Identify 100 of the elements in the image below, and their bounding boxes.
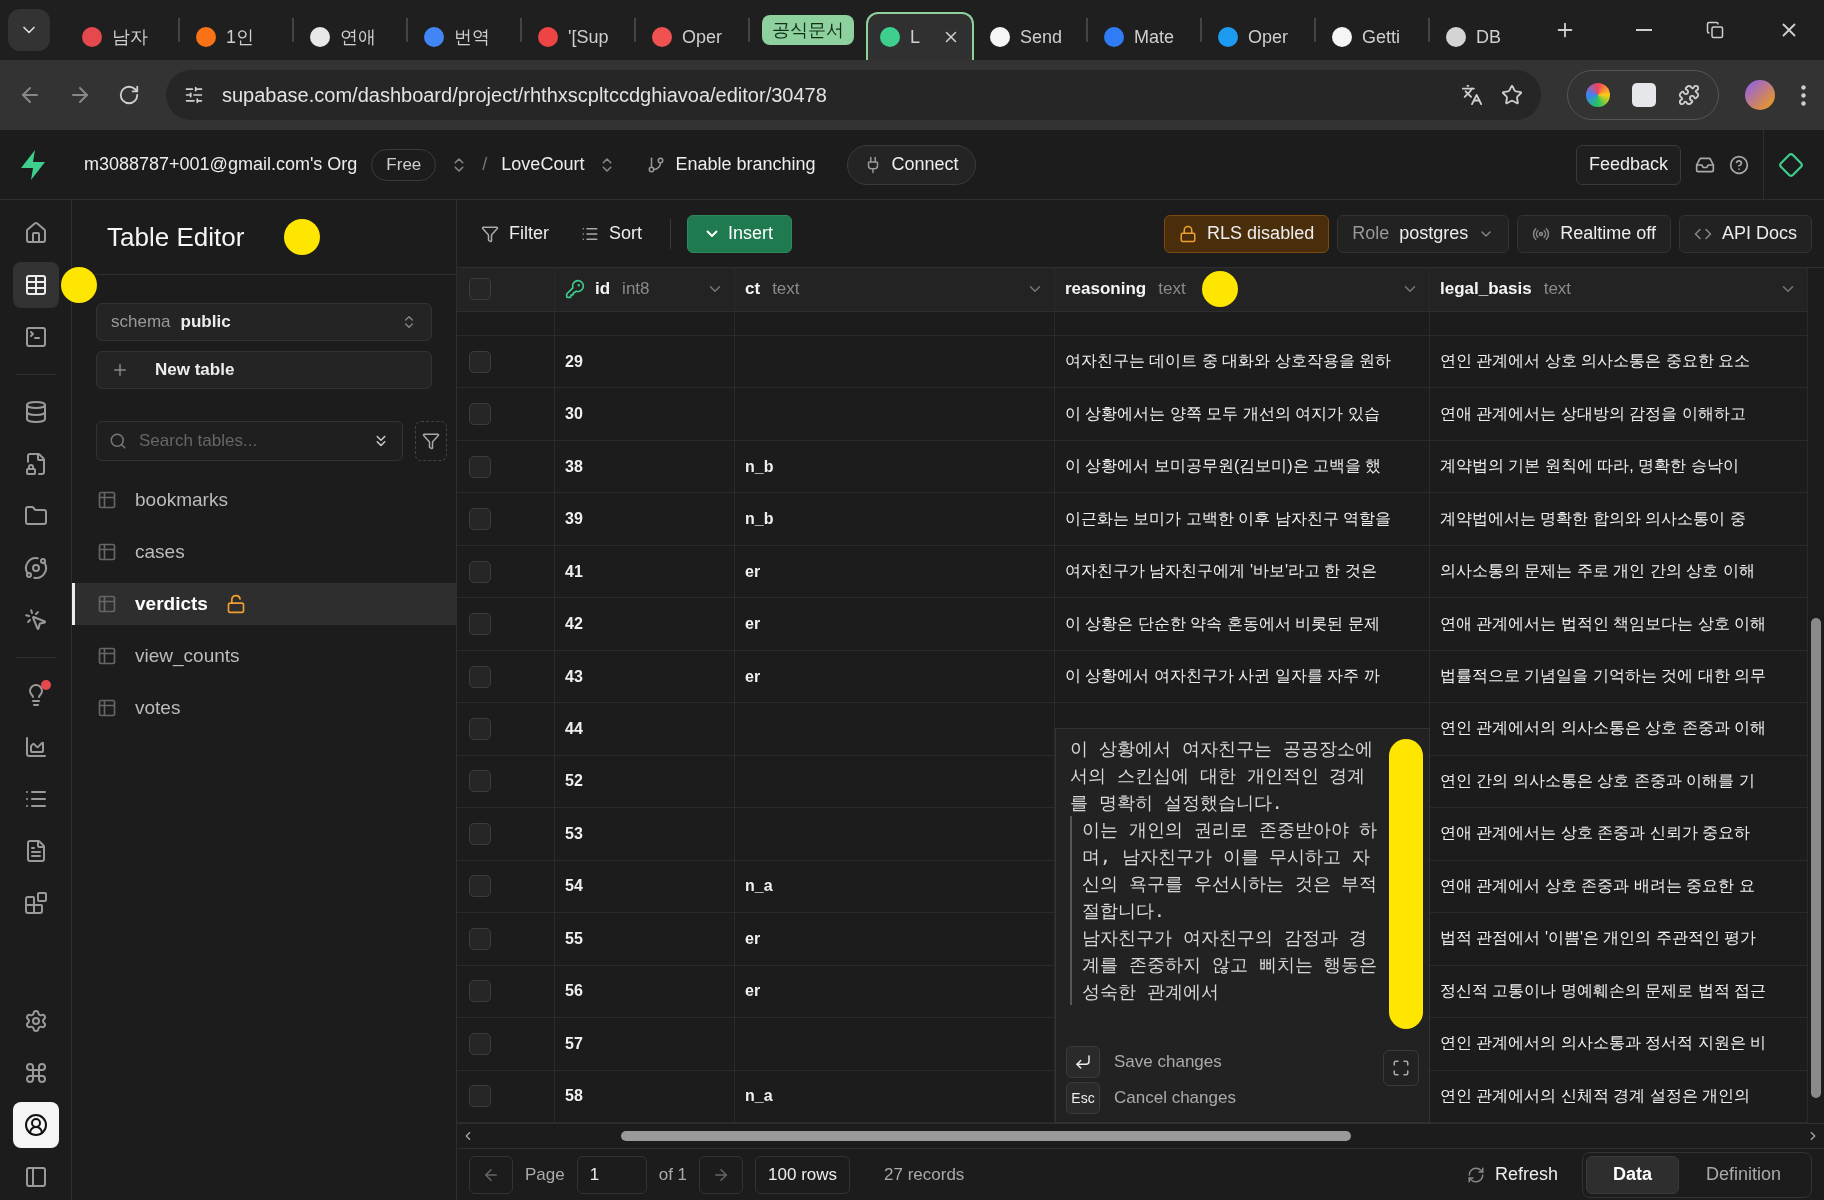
star-icon[interactable]	[1501, 84, 1523, 106]
browser-tab[interactable]: 남자	[68, 12, 176, 60]
browser-tab[interactable]: Getti	[1318, 12, 1426, 60]
column-header[interactable]: reasoning text	[1055, 268, 1430, 311]
browser-tab[interactable]: Oper	[638, 12, 746, 60]
row-checkbox[interactable]	[469, 875, 491, 898]
cancel-changes-button[interactable]: Cancel changes	[1114, 1084, 1236, 1112]
schema-selector[interactable]: schema public	[96, 303, 432, 341]
address-bar[interactable]: supabase.com/dashboard/project/rhthxscpltccdghiavoa/editor/30478	[166, 70, 1541, 120]
site-settings-icon[interactable]	[184, 85, 204, 105]
feedback-button[interactable]: Feedback	[1575, 144, 1681, 185]
realtime-button[interactable]: Realtime off	[1517, 214, 1671, 253]
select-all-checkbox[interactable]	[469, 278, 491, 301]
enter-icon	[1074, 1053, 1092, 1071]
filter-button[interactable]: Filter	[469, 214, 561, 253]
table-cell-text: 연인 관계에서의 신체적 경계 설정은 개인의	[1440, 1085, 1751, 1106]
table-cell: 41	[565, 562, 583, 581]
search-field[interactable]: Search tables...	[96, 421, 403, 461]
row-checkbox[interactable]	[469, 718, 491, 740]
api-docs-button[interactable]: API Docs	[1678, 214, 1812, 253]
tab-group-label[interactable]: 공식문서	[762, 15, 854, 45]
table-cell: n_b	[745, 457, 774, 476]
restore-icon[interactable]	[1706, 21, 1724, 39]
settings-icon	[23, 1009, 48, 1033]
table-list-item[interactable]: cases	[72, 531, 456, 573]
reload-icon[interactable]	[118, 84, 140, 106]
row-checkbox[interactable]	[469, 822, 491, 845]
row-checkbox[interactable]	[469, 613, 491, 635]
browser-tab[interactable]: 1인	[182, 12, 290, 60]
table-cell: er	[745, 667, 761, 686]
extension-icon[interactable]	[1632, 83, 1656, 107]
table-cell-text: 연인 관계에서 상호 의사소통은 중요한 요소	[1440, 351, 1751, 372]
cell-editor-text[interactable]: 이 상황에서 여자친구는 공공장소에서의 스킨십에 대한 개인적인 경계를 명확히 설정했습니다. 이는 개인의 권리로 존중받아야 하며, 남자친구가 이를 무시하고 자신의 욕구를 우선시하는 것은 부적절합니다. 남자친구가 여자친구의 감정과 경계를 존중하지 않고 삐치는 행동은 성숙한 관계에서	[1056, 729, 1389, 1040]
orbit-icon	[23, 556, 48, 580]
table-cell: er	[745, 929, 761, 948]
page-input[interactable]: 1	[576, 1155, 647, 1194]
row-checkbox[interactable]	[469, 980, 491, 1003]
translate-icon[interactable]	[1461, 84, 1483, 106]
user-nav-button[interactable]	[12, 1102, 59, 1148]
table-cell: n_b	[745, 510, 774, 529]
search-input[interactable]: Search tables...	[137, 430, 362, 452]
row-checkbox[interactable]	[469, 1085, 491, 1108]
table-cell: 55	[565, 929, 583, 948]
cursor-icon	[23, 608, 48, 632]
table-cell-text: 계약법의 기본 원칙에 따라, 명확한 승낙이	[1440, 456, 1739, 477]
rows-per-page-button[interactable]: 100 rows	[755, 1155, 851, 1194]
browser-tab[interactable]: 연애	[296, 12, 404, 60]
filter-button[interactable]	[415, 421, 447, 461]
row-checkbox[interactable]	[469, 927, 491, 950]
browser-tab[interactable]: DB	[1432, 12, 1540, 60]
row-checkbox[interactable]	[469, 560, 491, 583]
row-checkbox[interactable]	[469, 403, 491, 426]
chart-icon	[23, 735, 48, 759]
view-tab[interactable]: Data	[1585, 1155, 1679, 1194]
row-checkbox[interactable]	[469, 455, 491, 478]
new-table-button[interactable]: New table	[96, 351, 432, 389]
profile-avatar[interactable]	[1745, 80, 1775, 110]
table-list-item[interactable]: votes	[72, 687, 456, 729]
view-tab[interactable]: Definition	[1678, 1155, 1808, 1194]
row-checkbox[interactable]	[469, 770, 491, 793]
cell-editor-popover[interactable]: 이 상황에서 여자친구는 공공장소에서의 스킨십에 대한 개인적인 경계를 명확히 설정했습니다. 이는 개인의 권리로 존중받아야 하며, 남자친구가 이를 무시하고 자신의 욕구를 우선시하는 것은 부적절합니다. 남자친구가 여자친구의 감정과 경계를 존중하지 않고 삐치는 행동은 성숙한 관계에서 Save changes Esc Cancel changes	[1055, 728, 1430, 1123]
table-cell: 58	[565, 1087, 583, 1106]
enable-branching-button[interactable]: Enable branching	[630, 144, 833, 185]
diamond-icon[interactable]	[1778, 151, 1804, 178]
refresh-icon	[1466, 1165, 1485, 1184]
row-checkbox[interactable]	[469, 665, 491, 688]
row-checkbox[interactable]	[469, 350, 491, 373]
table-list-item[interactable]: bookmarks	[72, 479, 456, 521]
project-name[interactable]: LoveCourt	[501, 154, 585, 175]
connect-button[interactable]: Connect	[846, 144, 976, 185]
browser-tab[interactable]: 번역	[410, 12, 518, 60]
help-icon[interactable]	[1729, 154, 1749, 175]
extension-icon[interactable]	[1586, 83, 1610, 107]
menu-icon[interactable]	[1801, 84, 1806, 106]
table-cell: er	[745, 982, 761, 1001]
row-checkbox[interactable]	[469, 508, 491, 531]
browser-tab[interactable]: '[Sup	[524, 12, 632, 60]
table-icon	[23, 273, 48, 297]
table-cell-text: 연애 관계에서는 상대방의 감정을 이해하고	[1440, 403, 1746, 424]
table-cell-text: 연애 관계에서 상호 존중과 배려는 중요한 요	[1440, 875, 1755, 896]
refresh-button[interactable]: Refresh	[1454, 1155, 1570, 1194]
table-list-item[interactable]: view_counts	[72, 635, 456, 677]
column-header[interactable]: id int8	[555, 268, 735, 311]
browser-tab[interactable]: Oper	[1204, 12, 1312, 60]
insert-button[interactable]: Insert	[687, 214, 793, 253]
sort-button[interactable]: Sort	[569, 214, 654, 253]
browser-tab[interactable]: L	[866, 12, 974, 60]
column-header[interactable]: ct text	[735, 268, 1055, 311]
role-selector[interactable]: Role postgres	[1337, 214, 1510, 253]
row-checkbox[interactable]	[469, 1032, 491, 1055]
puzzle-icon[interactable]	[1678, 84, 1700, 106]
browser-tab[interactable]: Send	[976, 12, 1084, 60]
lock-icon	[1179, 224, 1198, 243]
expand-button[interactable]	[1383, 1050, 1419, 1086]
table-cell: 57	[565, 1034, 583, 1053]
table-cell: 44	[565, 720, 583, 738]
browser-tab[interactable]: Mate	[1090, 12, 1198, 60]
table-cell-text: 연인 관계에서의 의사소통과 정서적 지원은 비	[1440, 1033, 1767, 1054]
organization-name[interactable]: m3088787+001@gmail.com's Org	[84, 154, 358, 175]
save-changes-button[interactable]: Save changes	[1114, 1048, 1222, 1076]
